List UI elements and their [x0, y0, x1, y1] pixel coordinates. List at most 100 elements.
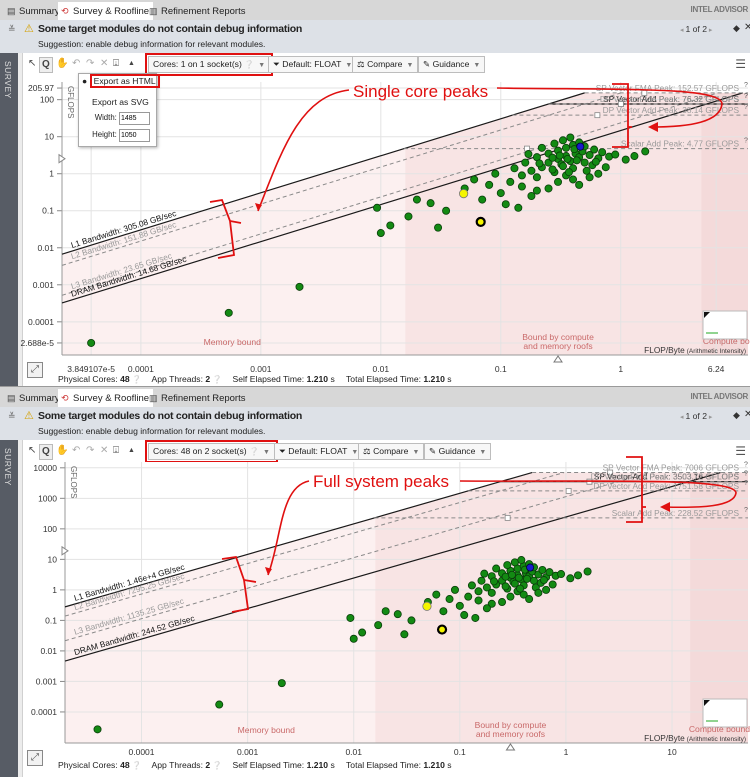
expand-icon[interactable]: ⤢ [27, 750, 43, 766]
loop-point [506, 592, 515, 601]
loop-point [621, 155, 630, 164]
loop-point [471, 613, 480, 622]
roof-handle [504, 514, 511, 521]
compute-roof-label: DP Vector FMA Peak: 76.32 GFLOPS [600, 94, 740, 104]
single-core-roofline-panel: ▤ Summary ⟲ Survey & Roofline ▥ Refinement … [0, 0, 750, 386]
self-time-value: 1.210 [306, 374, 329, 384]
ai-marker-triangle-icon [553, 355, 563, 363]
loop-point [460, 611, 469, 620]
time-unit: s [330, 374, 335, 384]
loop-point [386, 221, 395, 230]
loop-point [492, 564, 501, 573]
loop-point [501, 200, 510, 209]
memory-bound-label: Memory bound [238, 725, 296, 735]
loop-point [295, 282, 304, 291]
loop-point [412, 195, 421, 204]
loop-point [532, 173, 541, 182]
loop-point [442, 206, 451, 215]
self-time-label: Self Elapsed Time: [232, 760, 305, 770]
loop-point [538, 565, 547, 574]
loop-point [521, 158, 530, 167]
loop-point [569, 175, 578, 184]
loop-point [404, 212, 413, 221]
y-tick-label: 100 [43, 524, 57, 534]
loop-point [611, 150, 620, 159]
loop-point [582, 166, 591, 175]
physical-cores-value: 48 [120, 760, 130, 770]
loop-point [482, 604, 491, 613]
y-tick-label: 0.001 [36, 676, 58, 686]
x-tick-label: 0.01 [373, 364, 390, 374]
loop-point [490, 577, 499, 586]
export-html-label: Export as HTML [89, 74, 160, 88]
roof-help-icon: ? [744, 104, 748, 111]
roofline-chart[interactable]: 205.97 100 10 1 0.1 0.01 0.001 0.0001 2.688e-5 3.… [0, 0, 750, 386]
help-icon[interactable]: ❔ [212, 375, 222, 384]
time-unit: s [447, 374, 452, 384]
physical-cores-label: Physical Cores: [58, 374, 118, 384]
loop-point [224, 308, 233, 317]
mixed-bound-label: and memory roofs [523, 341, 592, 351]
loop-point [523, 574, 532, 583]
loop-point [572, 156, 581, 165]
ai-marker-triangle-icon [505, 743, 516, 751]
loop-point [566, 574, 575, 583]
loop-point [516, 584, 525, 593]
roof-help-icon: ? [744, 93, 748, 100]
export-svg-item[interactable]: Export as SVG [92, 97, 149, 107]
roof-help-icon: ? [744, 471, 748, 478]
mixed-bound-label: and memory roofs [476, 729, 545, 739]
help-icon[interactable]: ❔ [132, 375, 142, 384]
width-label: Width: [94, 113, 117, 122]
export-menu: ● Export as HTML Export as SVG Width: He… [78, 73, 160, 147]
height-label: Height: [92, 130, 117, 139]
total-time-label: Total Elapsed Time: [346, 760, 421, 770]
loop-point [558, 136, 567, 145]
y-tick-label: 0.1 [42, 206, 54, 216]
loop-point [491, 169, 500, 178]
expand-icon[interactable]: ⤢ [27, 362, 43, 378]
memory-bound-label: Memory bound [204, 337, 262, 347]
y-tick-label: 0.01 [40, 646, 57, 656]
x-tick-label: 0.001 [237, 747, 259, 757]
loop-point [575, 180, 584, 189]
y-tick-label: 2.688e-5 [20, 338, 54, 348]
loop-point [477, 576, 486, 585]
loop-point [376, 229, 385, 238]
loop-point [455, 601, 464, 610]
width-input[interactable] [119, 112, 150, 125]
export-height-row: Height: [92, 129, 150, 142]
export-width-row: Width: [95, 112, 150, 125]
minimap-thumbnail [702, 698, 748, 728]
roofline-chart[interactable]: 10000 1000 100 10 1 0.1 0.01 0.001 0.0001 0.0001 0… [0, 387, 750, 777]
loop-point [432, 590, 441, 599]
loop-point [535, 159, 544, 168]
loop-point [400, 630, 409, 639]
x-tick-label: 0.0001 [129, 747, 155, 757]
app-threads-value: 2 [205, 374, 211, 384]
self-time-value: 1.210 [306, 760, 329, 770]
height-input[interactable] [119, 129, 150, 142]
loop-point [407, 616, 416, 625]
loop-point [478, 195, 487, 204]
loop-point [594, 169, 603, 178]
loop-point [591, 157, 600, 166]
loop-point [564, 168, 573, 177]
selected-hotspot-point [436, 624, 448, 635]
total-time-value: 1.210 [423, 374, 445, 384]
x-tick-label: 3.849107e-5 [67, 364, 115, 374]
selected-hotspot-point [475, 216, 486, 227]
loop-point [506, 177, 515, 186]
export-html-item[interactable]: ● Export as HTML [82, 74, 160, 88]
compute-roof-label: SP Vector FMA Peak: 152.57 GFLOPS [596, 83, 740, 93]
loop-point [554, 177, 563, 186]
loop-point [583, 567, 592, 576]
y-tick-label: 100 [40, 95, 54, 105]
loop-point [563, 154, 572, 163]
help-icon[interactable]: ❔ [132, 761, 142, 770]
x-tick-label: 0.01 [345, 747, 362, 757]
help-icon[interactable]: ❔ [212, 761, 222, 770]
minimap-frame [702, 698, 748, 728]
loop-point [474, 596, 483, 605]
loop-point [439, 607, 448, 616]
